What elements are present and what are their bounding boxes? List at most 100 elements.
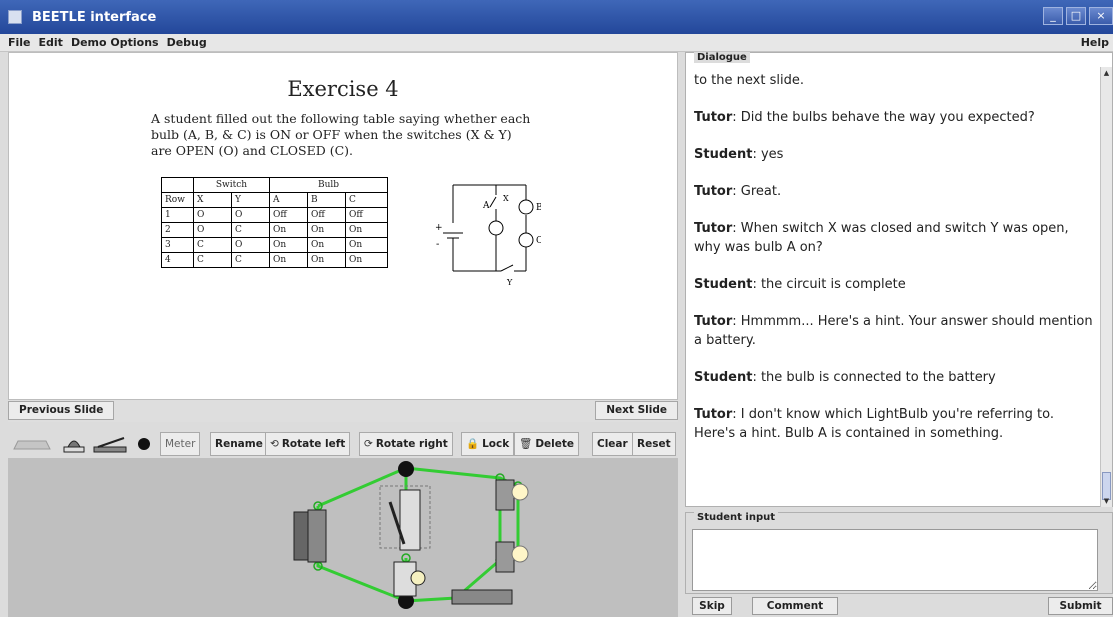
- menu-demo-options[interactable]: Demo Options: [71, 36, 159, 49]
- table-cell: C: [231, 252, 270, 268]
- scroll-up-icon[interactable]: ▲: [1102, 69, 1111, 77]
- table-cell: On: [345, 222, 388, 238]
- lock-button[interactable]: 🔒 Lock: [461, 432, 515, 456]
- lock-label: Lock: [482, 438, 510, 450]
- table-cell: C: [193, 252, 232, 268]
- window-title: BEETLE interface: [32, 9, 157, 25]
- menu-help[interactable]: Help: [1081, 36, 1109, 49]
- table-header-row: Row X Y A B C: [161, 192, 388, 208]
- message-text: : I don't know which LightBulb you're re…: [694, 407, 1055, 441]
- clear-button[interactable]: Clear: [592, 432, 633, 456]
- message-speaker: Tutor: [694, 221, 733, 236]
- message-speaker: Tutor: [694, 184, 733, 199]
- menu-file[interactable]: File: [8, 36, 31, 49]
- circuit-label-x: X: [503, 194, 509, 203]
- dialogue-message: Tutor: Great.: [694, 182, 1096, 201]
- dialogue-label: Dialogue: [694, 52, 750, 63]
- slide-title: Exercise 4: [287, 77, 399, 101]
- delete-label: Delete: [535, 438, 575, 450]
- close-button[interactable]: ×: [1089, 7, 1113, 25]
- message-text: : Hmmmm... Here's a hint. Your answer sh…: [694, 314, 1093, 348]
- message-text: : the circuit is complete: [752, 277, 906, 292]
- circuit-label-minus: -: [436, 239, 439, 250]
- table-header: B: [307, 192, 346, 208]
- rename-button[interactable]: Rename: [210, 432, 268, 456]
- skip-button[interactable]: Skip: [692, 597, 732, 615]
- table-cell: 2: [161, 222, 194, 238]
- scroll-down-icon[interactable]: ▼: [1102, 497, 1111, 505]
- message-text: : Did the bulbs behave the way you expec…: [732, 110, 1035, 125]
- table-row: 4 C C On On On: [161, 252, 388, 268]
- dialogue-message: Student: the circuit is complete: [694, 275, 1096, 294]
- message-text: : Great.: [732, 184, 782, 199]
- slide-panel: Exercise 4 A student filled out the foll…: [8, 52, 678, 400]
- table-cell: On: [307, 237, 346, 253]
- battery-tool-icon[interactable]: [12, 433, 52, 455]
- app-icon: [8, 10, 22, 24]
- message-speaker: Tutor: [694, 110, 733, 125]
- circuit-label-a: A: [482, 201, 490, 211]
- table-cell: On: [345, 252, 388, 268]
- meter-button[interactable]: Meter: [160, 432, 201, 456]
- table-cell: O: [193, 222, 232, 238]
- table-header: C: [345, 192, 388, 208]
- dialogue-scrollbar[interactable]: ▲ ▼: [1100, 67, 1112, 507]
- rotate-right-icon: ⟳: [364, 438, 373, 450]
- table-cell: Off: [307, 207, 346, 223]
- maximize-button[interactable]: □: [1066, 7, 1086, 25]
- table-group-header: Switch: [193, 177, 270, 193]
- circuit-workspace[interactable]: [8, 458, 678, 617]
- dialogue-panel: Dialogue to the next slide. Tutor: Did th…: [685, 52, 1113, 507]
- lock-icon: 🔒: [466, 438, 480, 450]
- circuit-label-c: C: [536, 236, 541, 246]
- switch-tool-icon[interactable]: [92, 433, 128, 455]
- reset-button[interactable]: Reset: [632, 432, 676, 456]
- table-header: Row: [161, 192, 194, 208]
- workspace-toolbar: Meter Rename ⟲ Rotate left ⟳ Rotate right …: [8, 428, 678, 458]
- delete-button[interactable]: 🗑 Delete: [514, 432, 580, 456]
- circuit-label-y: Y: [506, 278, 513, 287]
- minimize-button[interactable]: _: [1043, 7, 1063, 25]
- dialogue-message: to the next slide.: [694, 71, 1096, 90]
- rotate-right-button[interactable]: ⟳ Rotate right: [359, 432, 453, 456]
- menu-edit[interactable]: Edit: [39, 36, 63, 49]
- table-row: 3 C O On On On: [161, 237, 388, 253]
- table-cell: C: [231, 222, 270, 238]
- title-bar: BEETLE interface _ □ ×: [0, 0, 1113, 34]
- bulb-component-b[interactable]: [495, 479, 515, 511]
- table-cell: O: [193, 207, 232, 223]
- next-slide-button[interactable]: Next Slide: [595, 401, 678, 420]
- bulb-component-c[interactable]: [495, 541, 515, 573]
- table-cell: 3: [161, 237, 194, 253]
- table-row: 1 O O Off Off Off: [161, 207, 388, 223]
- switch-component-y[interactable]: [451, 589, 513, 605]
- table-cell: Off: [345, 207, 388, 223]
- message-text: to the next slide.: [694, 73, 804, 88]
- table-cell: C: [193, 237, 232, 253]
- message-speaker: Student: [694, 147, 753, 162]
- table-cell: On: [307, 222, 346, 238]
- table-cell: Off: [269, 207, 308, 223]
- menu-debug[interactable]: Debug: [167, 36, 207, 49]
- comment-button[interactable]: Comment: [752, 597, 838, 615]
- message-text: : yes: [752, 147, 784, 162]
- rotate-left-button[interactable]: ⟲ Rotate left: [265, 432, 351, 456]
- bulb-tool-icon[interactable]: [60, 433, 88, 455]
- previous-slide-button[interactable]: Previous Slide: [8, 401, 115, 420]
- table-cell: On: [345, 237, 388, 253]
- student-input-field[interactable]: [692, 529, 1098, 591]
- dialogue-message: Student: the bulb is connected to the ba…: [694, 368, 1096, 387]
- wire-node-tool-icon[interactable]: [134, 433, 154, 455]
- dialogue-log: to the next slide. Tutor: Did the bulbs b…: [694, 71, 1096, 505]
- dialogue-message: Tutor: Hmmmm... Here's a hint. Your answ…: [694, 312, 1096, 350]
- table-cell: 4: [161, 252, 194, 268]
- table-header: A: [269, 192, 308, 208]
- circuit-diagram: A X B C Y + -: [435, 184, 541, 287]
- scroll-thumb[interactable]: [1102, 472, 1111, 500]
- dialogue-message: Tutor: When switch X was closed and swit…: [694, 219, 1096, 257]
- workspace-circuit[interactable]: [8, 458, 678, 617]
- trash-icon: 🗑: [519, 438, 533, 450]
- message-speaker: Tutor: [694, 407, 733, 422]
- submit-button[interactable]: Submit: [1048, 597, 1113, 615]
- message-speaker: Student: [694, 277, 753, 292]
